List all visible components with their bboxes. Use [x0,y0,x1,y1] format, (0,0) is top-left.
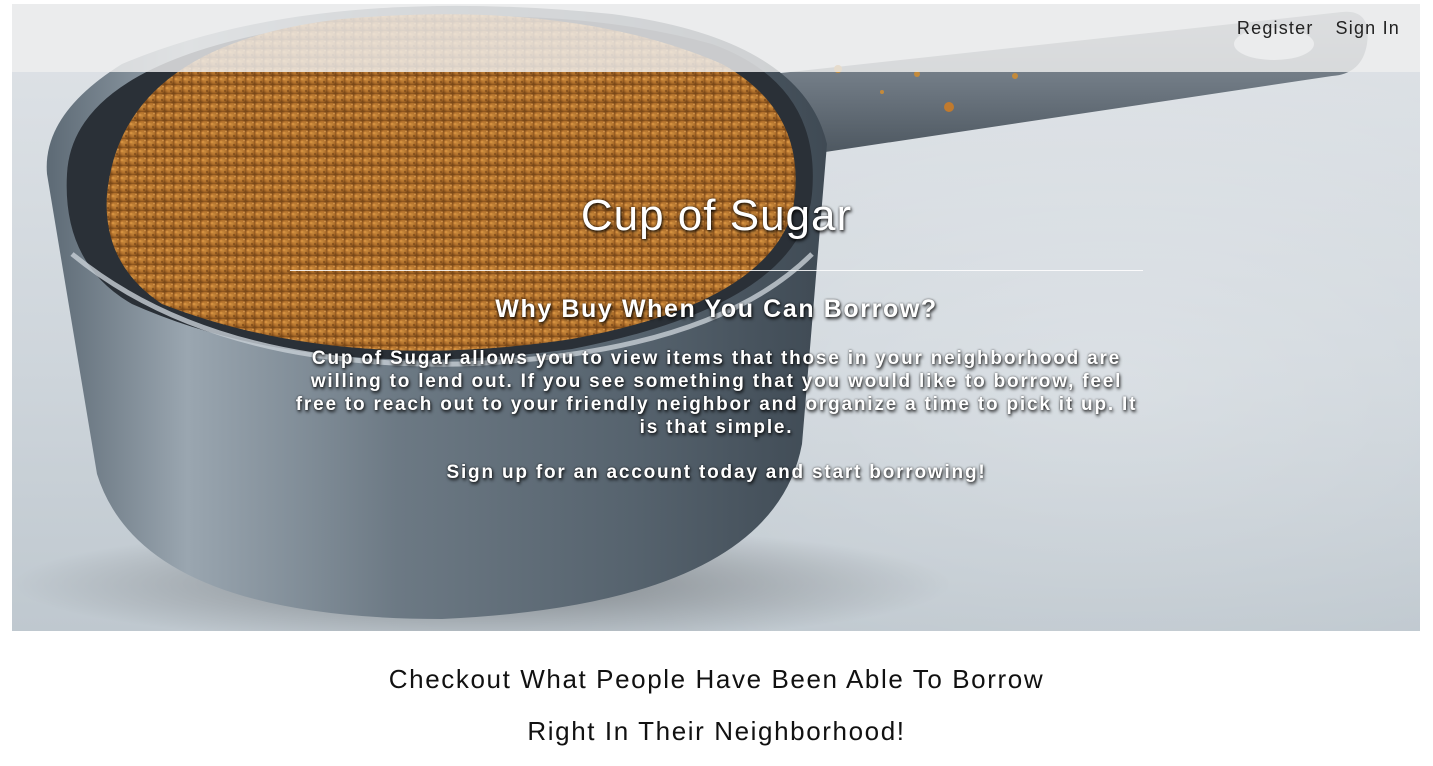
section-heading-line1: Checkout What People Have Been Able To B… [388,664,1045,694]
hero-subtitle: Why Buy When You Can Borrow? [495,295,938,323]
top-nav-bar: Register Sign In [12,4,1420,72]
hero-description: Cup of Sugar allows you to view items th… [295,348,1138,438]
borrowed-items-intro: Checkout What People Have Been Able To B… [0,660,1433,750]
hero-call-to-action: Sign up for an account today and start b… [446,462,987,483]
register-link[interactable]: Register [1237,18,1314,39]
sign-in-link[interactable]: Sign In [1336,18,1400,39]
page-title: Cup of Sugar [580,191,853,240]
hero-divider [290,270,1143,271]
nav-links: Register Sign In [1237,18,1400,39]
hero-content: Cup of Sugar Why Buy When You Can Borrow… [290,188,1143,484]
section-heading-line2: Right In Their Neighborhood! [527,716,906,746]
